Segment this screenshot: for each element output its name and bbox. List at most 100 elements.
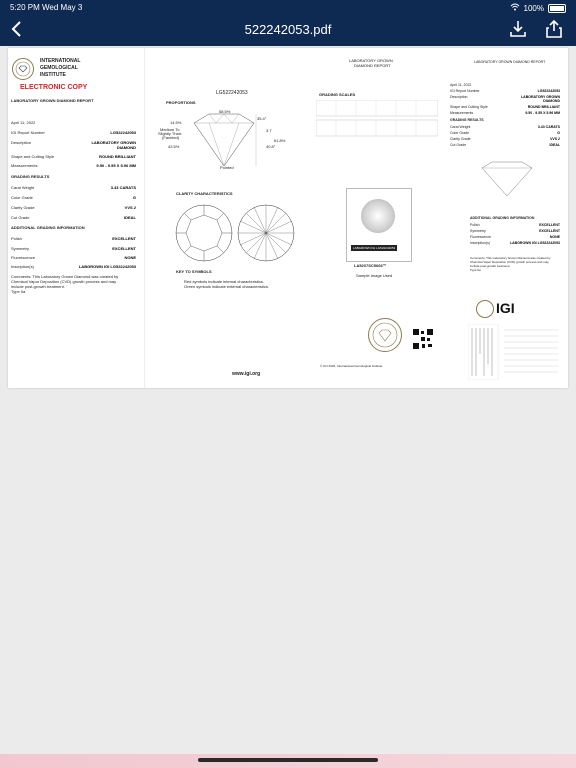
inscription-badge: LABGROWN IGI LG522242053 [351, 245, 398, 251]
copyright: © Oct 2020, International Gemological In… [320, 364, 383, 368]
status-time: 5:20 PM [10, 3, 40, 12]
right-additional-value: LABGROWN IGI LG522242053 [510, 241, 560, 245]
right-proportions-diagram [472, 160, 542, 200]
grading-label: Carat Weight [11, 185, 35, 190]
download-icon[interactable] [508, 19, 528, 39]
pdf-page[interactable]: INTERNATIONAL GEMOLOGICAL INSTITUTE ELEC… [8, 48, 568, 388]
right-panel: LABORATORY GROWN DIAMOND REPORT April 11… [444, 48, 568, 388]
center-report-number: LG522242053 [216, 90, 248, 96]
additional-label: Fluorescence [11, 255, 36, 260]
igi-small-seal-icon [476, 300, 494, 318]
right-grading-heading: GRADING RESULTS [450, 118, 484, 122]
sample-image-box: LABGROWN IGI LG522242053 [346, 188, 412, 262]
center-header-2: DIAMOND REPORT [354, 63, 391, 68]
right-additional-heading: ADDITIONAL GRADING INFORMATION [470, 216, 535, 220]
grading-value: 3.43 CARATS [110, 185, 136, 190]
additional-label: Polish [11, 236, 22, 241]
org-line-3: INSTITUTE [40, 72, 66, 78]
additional-label: Inscription(s) [11, 264, 34, 269]
status-bar: 5:20 PM Wed May 3 100% [0, 0, 576, 14]
prop-table: 58.5% [219, 109, 231, 114]
right-grading-label: Color Grade [450, 131, 470, 135]
right-grading-value: IDEAL [549, 143, 561, 147]
diamond-photo [361, 199, 395, 233]
grading-results-heading: GRADING RESULTS [11, 174, 50, 179]
right-grading-value: G [557, 131, 560, 135]
field-label: Description [11, 140, 32, 145]
additional-heading: ADDITIONAL GRADING INFORMATION [11, 225, 85, 230]
clarity-characteristics-heading: CLARITY CHARACTERISTICS [176, 191, 233, 196]
right-additional-value: EXCELLENT [539, 229, 560, 233]
nav-bar: 522242053.pdf [0, 14, 576, 46]
electronic-copy-stamp: ELECTRONIC COPY [20, 84, 88, 91]
sample-image-label: Sample Image Used [356, 273, 393, 278]
grading-value: IDEAL [124, 215, 136, 220]
additional-label: Symmetry [11, 246, 29, 251]
prop-pav-pct: 43.5% [168, 144, 180, 149]
field-value: ROUND BRILLIANT [99, 154, 136, 159]
grading-value: VVS 2 [124, 205, 136, 210]
right-grading-value: 3.43 CARATS [537, 125, 560, 129]
right-field-label: Measurements [450, 111, 474, 115]
grading-value: G [132, 195, 136, 200]
right-additional-label: Symmetry [470, 229, 486, 233]
prop-pavilion: 40.8° [266, 144, 276, 149]
right-field-value: ROUND BRILLIANT [527, 105, 560, 109]
right-field-value: DIAMOND [543, 99, 560, 103]
right-additional-label: Inscription(s) [470, 241, 491, 245]
right-comments-line: Type IIa [470, 268, 481, 272]
field-value: LG522242053 [110, 130, 136, 135]
right-grading-label: Carat Weight [450, 125, 471, 129]
igi-gold-seal-icon [368, 318, 402, 352]
center-panel: LABORATORY GROWN DIAMOND REPORT LG522242… [144, 48, 444, 388]
left-panel: INTERNATIONAL GEMOLOGICAL INSTITUTE ELEC… [8, 48, 145, 388]
grading-label: Clarity Grade [11, 205, 35, 210]
prop-faceted: (Faceted) [162, 135, 180, 140]
prop-pointed: Pointed [220, 165, 234, 170]
igi-seal-icon [12, 58, 34, 80]
org-line-2: GEMOLOGICAL [40, 65, 78, 71]
right-date: April 11, 2022 [450, 83, 472, 87]
home-indicator[interactable] [198, 758, 378, 762]
comments-line: Type IIa [11, 289, 26, 294]
right-grading-value: VVS 2 [550, 137, 560, 141]
document-title: 522242053.pdf [244, 22, 332, 37]
org-line-1: INTERNATIONAL [40, 58, 81, 64]
report-date: April 11, 2022 [11, 120, 36, 125]
wifi-icon [510, 3, 520, 13]
inscription-caption: LA5207SC5666™ [354, 263, 387, 268]
additional-value: NONE [124, 255, 136, 260]
right-grading-label: Clarity Grade [450, 137, 471, 141]
clarity-plot-pavilion [236, 203, 296, 263]
prop-girdle-pct: 3.7 [266, 128, 272, 133]
right-additional-label: Polish [470, 223, 480, 227]
clarity-plot-crown [174, 203, 234, 263]
field-label: Shape and Cutting Style [11, 154, 55, 159]
igi-logo: IGI [496, 300, 515, 316]
report-title: LABORATORY GROWN DIAMOND REPORT [11, 98, 94, 103]
proportions-heading: PROPORTIONS [166, 100, 196, 105]
prop-crown-angle: 35.4° [257, 116, 267, 121]
grading-label: Color Grade [11, 195, 33, 200]
right-grading-label: Cut Grade [450, 143, 467, 147]
grading-scales-heading: GRADING SCALES [319, 92, 356, 97]
right-field-label: Description [450, 95, 468, 99]
prop-depth: 61.8% [274, 138, 286, 143]
key-to-symbols-heading: KEY TO SYMBOLS [176, 269, 212, 274]
right-field-value: 9.50 - 9.55 X 5.96 MM [525, 111, 560, 115]
additional-value: EXCELLENT [112, 246, 136, 251]
additional-value: LABGROWN IGI LG522242053 [78, 264, 136, 269]
status-date: Wed May 3 [42, 3, 83, 12]
share-icon[interactable] [544, 19, 564, 39]
status-right: 100% [510, 3, 566, 13]
battery-icon [548, 3, 566, 13]
right-additional-value: NONE [549, 235, 560, 239]
website[interactable]: www.igi.org [232, 371, 260, 377]
prop-crown-pct: 14.5% [170, 120, 182, 125]
right-field-label: IGI Report Number [450, 89, 480, 93]
field-label: IGI Report Number [11, 130, 45, 135]
field-value: DIAMOND [116, 145, 136, 150]
right-additional-label: Fluorescence [470, 235, 492, 239]
right-field-label: Shape and Cutting Style [450, 105, 488, 109]
top-bar: 5:20 PM Wed May 3 100% 522242053.pdf [0, 0, 576, 46]
